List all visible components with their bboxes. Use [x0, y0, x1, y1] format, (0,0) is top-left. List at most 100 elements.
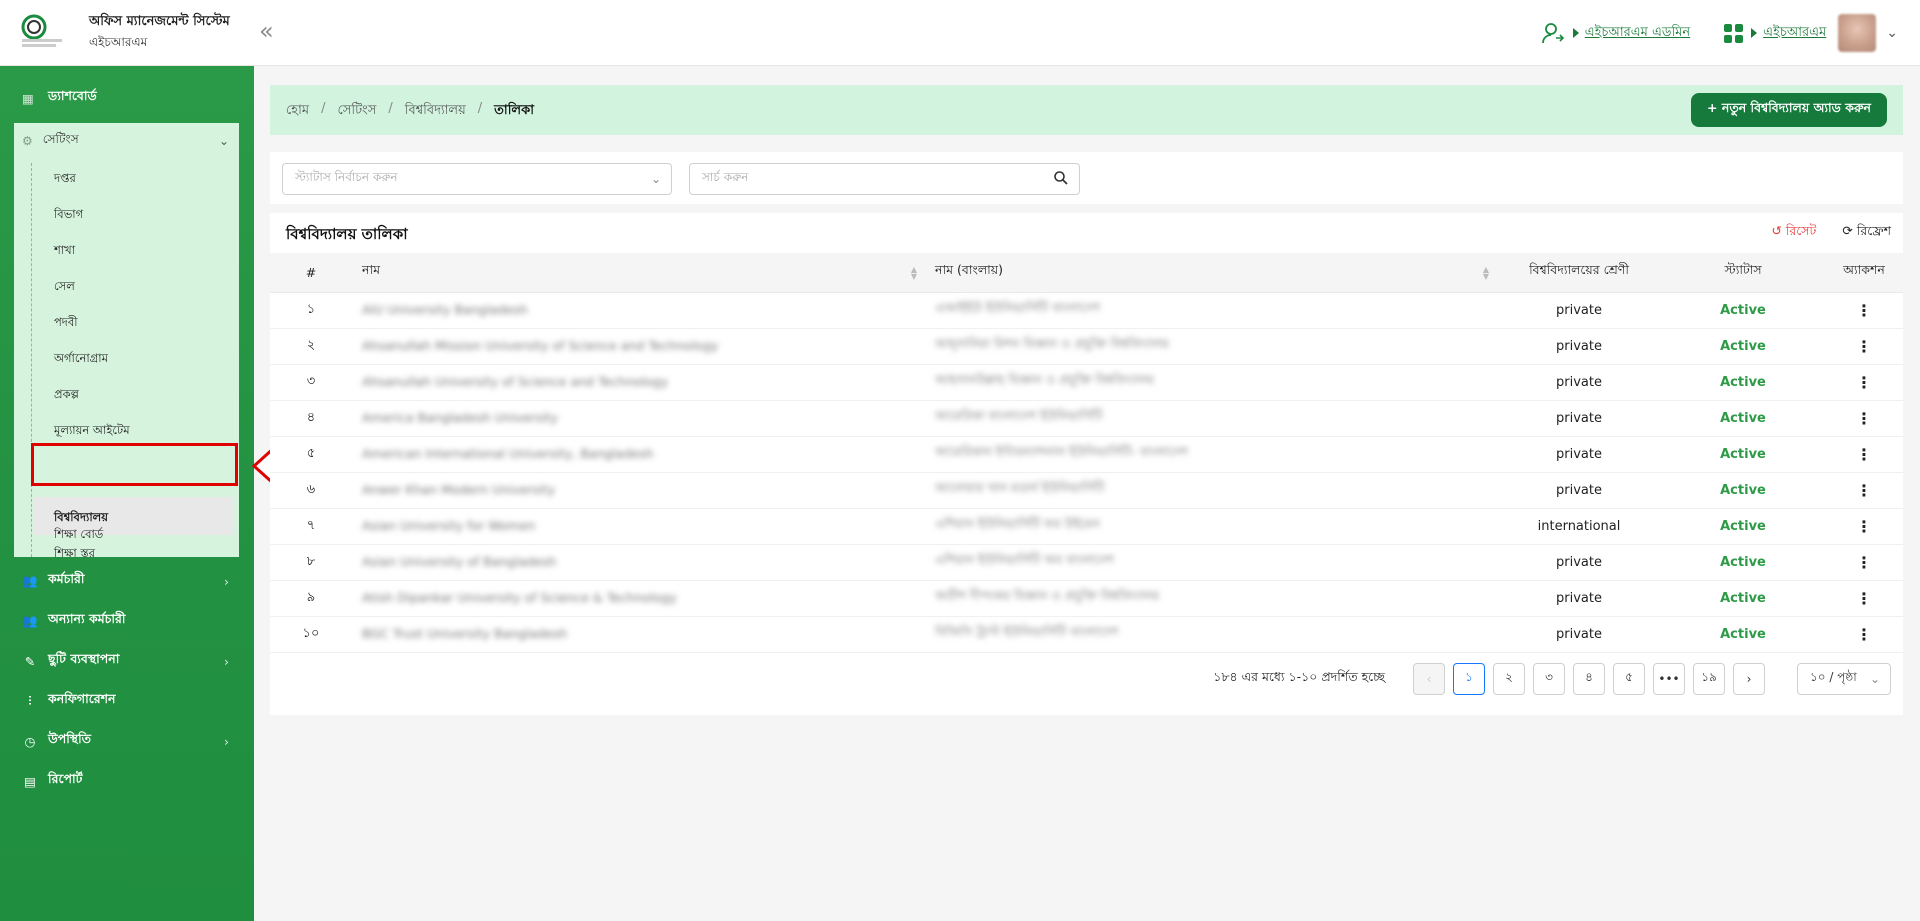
cell-name-bn: আহ্সানিয়া মিশন বিজ্ঞান ও প্রযুক্তি বিশ্… [925, 328, 1497, 365]
cell-name-text: America Bangladesh University [362, 410, 558, 425]
cell-action: ⋮ [1825, 544, 1903, 581]
submenu-item-project[interactable]: প্রকল্প [54, 386, 79, 405]
more-vertical-icon[interactable]: ⋮ [1856, 409, 1872, 428]
breadcrumb-home[interactable]: হোম [286, 101, 309, 122]
table-row: ১ AIU University Bangladesh এআইইউ ইউনিভার্… [270, 292, 1903, 329]
reset-icon: ↺ [1771, 223, 1782, 238]
breadcrumb-separator: / [388, 101, 393, 116]
breadcrumb: হোম / সেটিংস / বিশ্ববিদ্যালয় / তালিকা [286, 101, 534, 122]
table-row: ৮ Asian University of Bangladesh এশিয়ান ই… [270, 544, 1903, 581]
cell-name-bn: এশিয়ান ইউনিভার্সিটি ফর উইমেন [925, 508, 1497, 545]
sidebar-item-attendance[interactable]: ◷ উপস্থিতি › [14, 725, 239, 757]
module-link[interactable]: এইচআরএম [1763, 23, 1826, 44]
cell-name: Anwer Khan Modern University [352, 472, 925, 509]
col-header-name[interactable]: নাম ▲ ▼ [352, 253, 925, 293]
dashboard-icon: ▦ [22, 90, 34, 106]
authority-logo [21, 14, 62, 47]
page-button-2[interactable]: ২ [1493, 663, 1525, 695]
status-badge: Active [1720, 590, 1766, 606]
cell-action: ⋮ [1825, 472, 1903, 509]
cell-name-text: Ahsanullah University of Science and Tec… [362, 374, 668, 389]
user-role-link[interactable]: এইচআরএম এডমিন [1585, 23, 1690, 44]
avatar[interactable] [1838, 14, 1877, 52]
cell-name-text: Asian University for Women [362, 518, 536, 533]
status-select-placeholder: স্ট্যাটাস নির্বাচন করুন [295, 170, 398, 184]
cell-action: ⋮ [1825, 364, 1903, 401]
search-input[interactable]: সার্চ করুন [689, 163, 1080, 195]
cell-action: ⋮ [1825, 436, 1903, 473]
cell-category: international [1497, 508, 1661, 545]
page-button-3[interactable]: ৩ [1533, 663, 1565, 695]
cell-action: ⋮ [1825, 328, 1903, 365]
prev-page-button[interactable]: ‹ [1413, 663, 1445, 695]
submenu-item-education-board[interactable]: শিক্ষা বোর্ড [54, 526, 103, 545]
search-icon[interactable] [1053, 170, 1069, 186]
submenu-item-organogram[interactable]: অর্গানোগ্রাম [54, 350, 108, 369]
sidebar-item-dashboard[interactable]: ▦ ড্যাশবোর্ড [14, 82, 239, 114]
sidebar-item-settings[interactable]: ⚙ সেটিংস ⌄ [14, 123, 239, 159]
cell-num: ২ [270, 328, 352, 365]
table-row: ২ Ahsanullah Mission University of Scienc… [270, 328, 1903, 365]
submenu-item-office[interactable]: দপ্তর [54, 170, 76, 189]
cell-status: Active [1661, 616, 1825, 653]
breadcrumb-university[interactable]: বিশ্ববিদ্যালয় [405, 101, 466, 122]
sidebar-item-configuration[interactable]: ⫶ কনফিগারেশন [14, 685, 239, 717]
more-vertical-icon[interactable]: ⋮ [1856, 373, 1872, 392]
cell-name: American International University, Bangl… [352, 436, 925, 473]
sidebar-item-employee[interactable]: 👥 কর্মচারী › [14, 565, 239, 597]
sidebar-item-leave[interactable]: ✎ ছুটি ব্যবস্থাপনা › [14, 645, 239, 677]
status-select[interactable]: স্ট্যাটাস নির্বাচন করুন ⌄ [282, 163, 672, 195]
more-vertical-icon[interactable]: ⋮ [1856, 517, 1872, 536]
cell-name-bn-text: এশিয়ান ইউনিভার্সিটি অব বাংলাদেশ [935, 552, 1114, 567]
breadcrumb-settings[interactable]: সেটিংস [337, 101, 376, 122]
cell-category: private [1497, 580, 1661, 617]
next-page-button[interactable]: › [1733, 663, 1765, 695]
reset-button[interactable]: ↺ রিসেট [1771, 223, 1816, 243]
page-size-select[interactable]: ১০ / পৃষ্ঠা ⌄ [1797, 663, 1891, 695]
sidebar-collapse-button[interactable]: « [259, 19, 274, 43]
cell-action: ⋮ [1825, 616, 1903, 653]
cell-name-bn: এশিয়ান ইউনিভার্সিটি অব বাংলাদেশ [925, 544, 1497, 581]
add-university-button[interactable]: + নতুন বিশ্ববিদ্যালয় অ্যাড করুন [1691, 93, 1887, 127]
col-header-num: # [270, 253, 352, 293]
col-header-category: বিশ্ববিদ্যালয়ের শ্রেণী [1497, 253, 1661, 293]
sliders-icon: ⫶ [28, 693, 32, 708]
sort-icon[interactable]: ▲ ▼ [1483, 266, 1489, 281]
table-title: বিশ্ববিদ্যালয় তালিকা [286, 225, 408, 243]
table-actions: ↺ রিসেট ⟳ রিফ্রেশ [1771, 223, 1891, 243]
submenu-item-branch[interactable]: শাখা [54, 242, 75, 261]
triangle-right-icon [1751, 28, 1758, 38]
page-button-1[interactable]: ১ [1453, 663, 1485, 695]
sidebar-item-other-employee[interactable]: 👥 অন্যান্য কর্মচারী [14, 605, 239, 637]
cell-name-bn: বিজিসি ট্রাস্ট ইউনিভার্সিটি বাংলাদেশ [925, 616, 1497, 653]
chevron-down-icon: ⌄ [218, 134, 229, 148]
page-button-4[interactable]: ৪ [1573, 663, 1605, 695]
cell-name: America Bangladesh University [352, 400, 925, 437]
more-vertical-icon[interactable]: ⋮ [1856, 337, 1872, 356]
more-vertical-icon[interactable]: ⋮ [1856, 589, 1872, 608]
col-header-name-bn[interactable]: নাম (বাংলায়) ▲ ▼ [925, 253, 1497, 293]
more-vertical-icon[interactable]: ⋮ [1856, 553, 1872, 572]
cell-name-bn-text: আনোয়ার খান মডার্ন ইউনিভার্সিটি [935, 480, 1105, 495]
submenu-item-education-level[interactable]: শিক্ষা স্তর [54, 545, 95, 564]
refresh-button[interactable]: ⟳ রিফ্রেশ [1842, 223, 1891, 243]
more-vertical-icon[interactable]: ⋮ [1856, 301, 1872, 320]
page-ellipsis[interactable]: ••• [1653, 663, 1685, 695]
more-vertical-icon[interactable]: ⋮ [1856, 625, 1872, 644]
page-button-5[interactable]: ৫ [1613, 663, 1645, 695]
sidebar-item-label: কনফিগারেশন [48, 691, 116, 706]
submenu-item-designation[interactable]: পদবী [54, 314, 78, 333]
chevron-down-icon[interactable]: ⌄ [1886, 25, 1898, 41]
submenu-item-cell[interactable]: সেল [54, 278, 75, 297]
status-badge: Active [1720, 446, 1766, 462]
sort-icon[interactable]: ▲ ▼ [911, 266, 917, 281]
submenu-item-division[interactable]: বিভাগ [54, 206, 83, 225]
submenu-item-evaluation[interactable]: মূল্যায়ন আইটেম [54, 422, 130, 441]
search-placeholder: সার্চ করুন [702, 170, 749, 184]
page-button-last[interactable]: ১৯ [1693, 663, 1725, 695]
sidebar-item-report[interactable]: ▤ রিপোর্ট [14, 765, 239, 797]
more-vertical-icon[interactable]: ⋮ [1856, 481, 1872, 500]
apps-grid-icon[interactable] [1724, 23, 1744, 43]
more-vertical-icon[interactable]: ⋮ [1856, 445, 1872, 464]
cell-category: private [1497, 616, 1661, 653]
